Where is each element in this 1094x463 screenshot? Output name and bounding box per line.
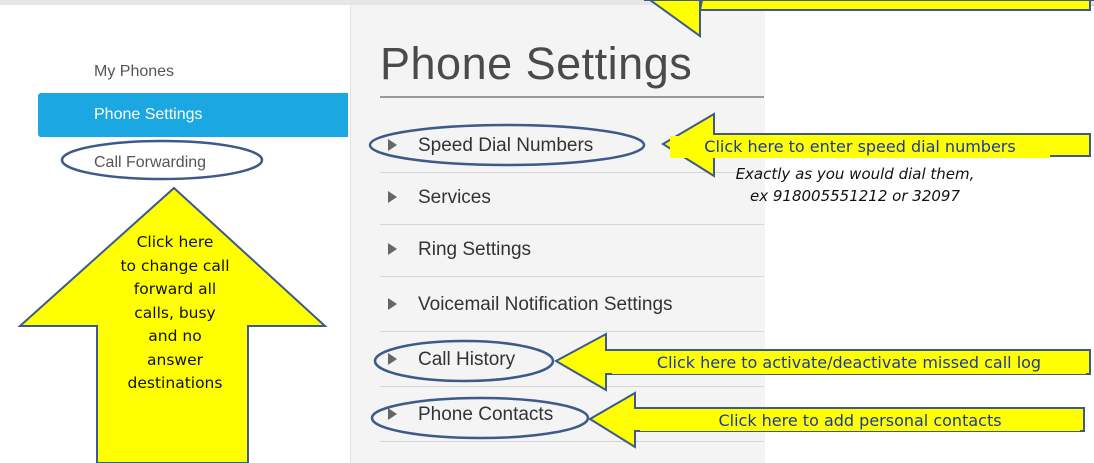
- call-forwarding-callout-text: Click here to change call forward all ca…: [110, 231, 240, 396]
- expand-triangle-icon: [388, 139, 397, 151]
- call-forwarding-text-line: destinations: [127, 374, 223, 392]
- expand-triangle-icon: [388, 408, 397, 420]
- section-label: Services: [418, 187, 491, 208]
- call-forwarding-text-line: answer: [147, 350, 203, 369]
- sidebar-item-label: Call Forwarding: [94, 154, 207, 171]
- sidebar-item-phone-settings[interactable]: Phone Settings: [38, 93, 348, 137]
- section-label: Phone Contacts: [418, 404, 554, 425]
- speed-dial-callout-text: Click here to enter speed dial numbers: [670, 136, 1050, 158]
- call-forwarding-text-line: calls, busy: [134, 303, 216, 322]
- call-history-callout-text: Click here to activate/deactivate missed…: [612, 352, 1086, 374]
- title-divider: [380, 96, 764, 98]
- sidebar-item-label: Phone Settings: [94, 106, 203, 123]
- phone-contacts-callout-text: Click here to add personal contacts: [640, 410, 1080, 431]
- call-forwarding-text-line: Click here: [136, 233, 214, 251]
- speed-dial-note-line-1: Exactly as you would dial them,: [735, 165, 975, 183]
- page-title: Phone Settings: [380, 38, 693, 89]
- call-forwarding-text-line: to change call: [120, 256, 230, 275]
- section-label: Speed Dial Numbers: [418, 135, 594, 156]
- section-label: Ring Settings: [418, 239, 532, 260]
- section-ring-settings[interactable]: Ring Settings: [380, 224, 764, 277]
- expand-triangle-icon: [388, 243, 397, 255]
- call-forwarding-text-line: and no: [148, 327, 202, 345]
- expand-triangle-icon: [388, 298, 397, 310]
- section-voicemail-notification-settings[interactable]: Voicemail Notification Settings: [380, 279, 764, 332]
- expand-triangle-icon: [388, 191, 397, 203]
- call-forwarding-text-line: forward all: [133, 280, 217, 298]
- speed-dial-note-line-2: ex 918005551212 or 32097: [750, 187, 960, 205]
- sidebar-item-my-phones[interactable]: My Phones: [38, 50, 348, 94]
- sidebar-item-label: My Phones: [94, 63, 175, 80]
- sidebar-item-call-forwarding[interactable]: Call Forwarding: [38, 141, 348, 185]
- expand-triangle-icon: [388, 353, 397, 365]
- section-label: Voicemail Notification Settings: [418, 294, 673, 315]
- section-label: Call History: [418, 349, 516, 370]
